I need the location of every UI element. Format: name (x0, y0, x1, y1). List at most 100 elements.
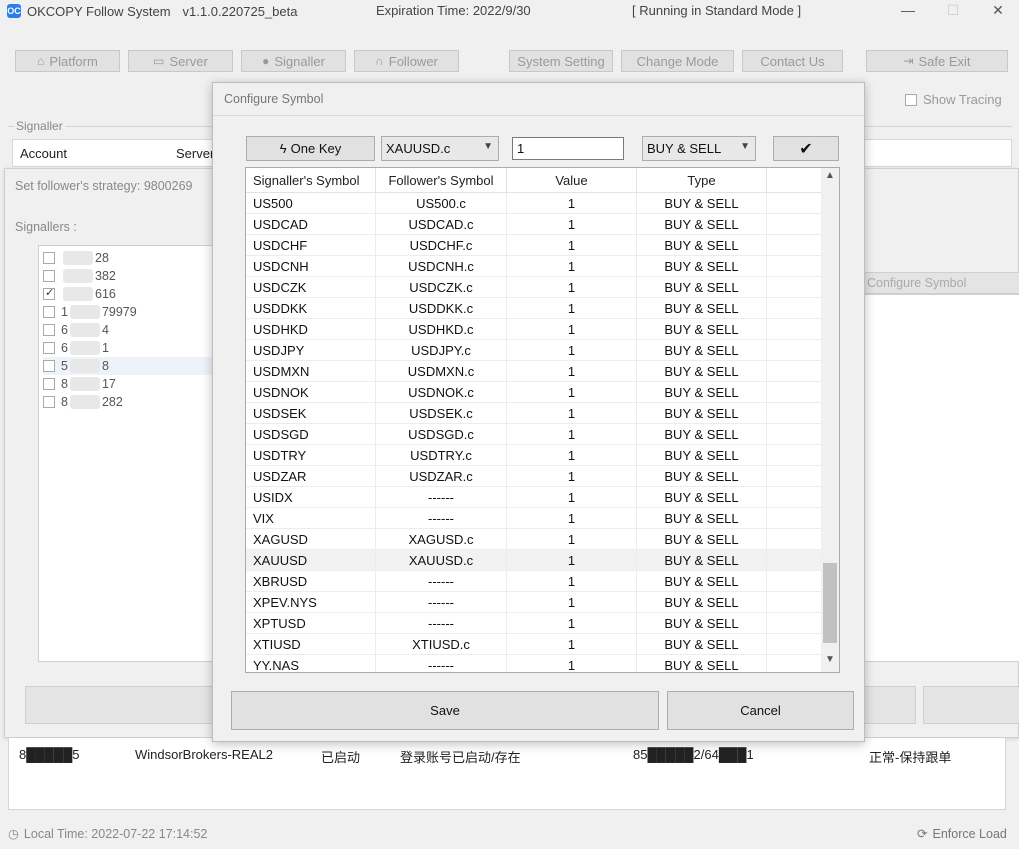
account-prefix: 6 (61, 323, 68, 337)
follower-button[interactable]: ∩ Follower (354, 50, 459, 72)
column-value[interactable]: Value (507, 168, 637, 193)
account-suffix: 1 (101, 341, 109, 355)
value-input[interactable] (512, 137, 624, 160)
signaller-symbol-cell: USDTRY (246, 445, 376, 465)
checkbox-icon[interactable] (43, 306, 55, 318)
checkbox-icon[interactable] (43, 270, 55, 282)
table-row[interactable]: XBRUSD ------ 1 BUY & SELL (246, 571, 821, 592)
list-item[interactable]: 64 (43, 321, 233, 339)
scroll-down-icon[interactable]: ▼ (821, 654, 839, 670)
table-row[interactable]: VIX ------ 1 BUY & SELL (246, 508, 821, 529)
list-item[interactable]: 616 (43, 285, 233, 303)
value-cell: 1 (507, 382, 637, 402)
signaller-symbol-cell: XPTUSD (246, 613, 376, 633)
table-row[interactable]: XPTUSD ------ 1 BUY & SELL (246, 613, 821, 634)
value-cell: 1 (507, 613, 637, 633)
table-row[interactable]: XAUUSD XAUUSD.c 1 BUY & SELL (246, 550, 821, 571)
table-row[interactable]: USDSGD USDSGD.c 1 BUY & SELL (246, 424, 821, 445)
column-follower-symbol[interactable]: Follower's Symbol (376, 168, 507, 193)
signaller-symbol-cell: VIX (246, 508, 376, 528)
table-row[interactable]: XAGUSD XAGUSD.c 1 BUY & SELL (246, 529, 821, 550)
column-server[interactable]: Server (176, 146, 214, 161)
table-row[interactable]: USDSEK USDSEK.c 1 BUY & SELL (246, 403, 821, 424)
column-type[interactable]: Type (637, 168, 767, 193)
local-time-label: Local Time: 2022-07-22 17:14:52 (23, 826, 208, 841)
table-row[interactable]: USDMXN USDMXN.c 1 BUY & SELL (246, 361, 821, 382)
signaller-label: Signaller (274, 53, 325, 69)
symbol-select[interactable]: XAUUSD.c ▼ (381, 136, 499, 161)
one-key-button[interactable]: ϟ One Key (246, 136, 375, 161)
checkbox-icon[interactable] (43, 324, 55, 336)
table-row[interactable]: USDNOK USDNOK.c 1 BUY & SELL (246, 382, 821, 403)
type-select[interactable]: BUY & SELL ▼ (642, 136, 756, 161)
follower-symbol-cell: USDSGD.c (376, 424, 507, 444)
close-icon[interactable]: ✕ (988, 2, 1008, 19)
vertical-scrollbar[interactable]: ▲ ▼ (821, 168, 839, 672)
redacted-mask (69, 305, 100, 319)
list-item[interactable]: 382 (43, 267, 233, 285)
checkbox-icon[interactable] (43, 378, 55, 390)
table-row[interactable]: US500 US500.c 1 BUY & SELL (246, 193, 821, 214)
strategy-left-button[interactable] (25, 686, 220, 724)
value-cell: 1 (507, 193, 637, 213)
empty-cell (767, 613, 821, 633)
account-prefix: 5 (61, 359, 68, 373)
table-row[interactable]: USDCNH USDCNH.c 1 BUY & SELL (246, 256, 821, 277)
table-row[interactable]: USDCHF USDCHF.c 1 BUY & SELL (246, 235, 821, 256)
list-item[interactable]: 58 (43, 357, 233, 375)
strategy-right-button-1[interactable] (862, 686, 916, 724)
enforce-load-button[interactable]: ⟳ Enforce Load (917, 826, 1007, 842)
signaller-button[interactable]: ● Signaller (241, 50, 346, 72)
type-cell: BUY & SELL (637, 466, 767, 486)
checkbox-icon[interactable] (43, 342, 55, 354)
table-row[interactable]: USDJPY USDJPY.c 1 BUY & SELL (246, 340, 821, 361)
state-cell: 正常-保持跟单 (869, 750, 952, 765)
home-icon: ⌂ (37, 54, 45, 68)
checkbox-icon[interactable] (43, 360, 55, 372)
show-tracing-checkbox[interactable]: Show Tracing (905, 92, 1002, 107)
signaller-symbol-cell: XAUUSD (246, 550, 376, 570)
maximize-icon[interactable]: ☐ (943, 2, 963, 19)
app-title: OKCOPY Follow System (27, 3, 171, 19)
scroll-thumb[interactable] (823, 563, 837, 643)
follower-symbol-cell: US500.c (376, 193, 507, 213)
change-mode-button[interactable]: Change Mode (621, 50, 734, 72)
table-row[interactable]: XTIUSD XTIUSD.c 1 BUY & SELL (246, 634, 821, 655)
table-body: US500 US500.c 1 BUY & SELL USDCAD USDCAD.c 1 BU… (246, 193, 821, 672)
column-signaller-symbol[interactable]: Signaller's Symbol (246, 168, 376, 193)
confirm-button[interactable]: ✔ (773, 136, 839, 161)
table-row[interactable]: USDHKD USDHKD.c 1 BUY & SELL (246, 319, 821, 340)
contact-us-button[interactable]: Contact Us (742, 50, 843, 72)
table-row[interactable]: XPEV.NYS ------ 1 BUY & SELL (246, 592, 821, 613)
table-row[interactable]: USDTRY USDTRY.c 1 BUY & SELL (246, 445, 821, 466)
configure-symbol-tab[interactable]: Configure Symbol (862, 272, 1019, 294)
scroll-up-icon[interactable]: ▲ (821, 170, 839, 186)
platform-button[interactable]: ⌂ Platform (15, 50, 120, 72)
value-cell: 1 (507, 319, 637, 339)
table-row[interactable]: USDDKK USDDKK.c 1 BUY & SELL (246, 298, 821, 319)
type-cell: BUY & SELL (637, 445, 767, 465)
list-item[interactable]: 8 282 (43, 393, 233, 411)
value-cell: 1 (507, 256, 637, 276)
redacted-mask (69, 323, 100, 337)
minimize-icon[interactable]: — (898, 2, 918, 18)
checkbox-icon[interactable] (43, 396, 55, 408)
list-item[interactable]: 8 17 (43, 375, 233, 393)
cancel-button[interactable]: Cancel (667, 691, 854, 730)
save-button[interactable]: Save (231, 691, 659, 730)
checkbox-icon[interactable] (43, 286, 55, 300)
table-row[interactable]: USDZAR USDZAR.c 1 BUY & SELL (246, 466, 821, 487)
server-button[interactable]: ▭ Server (128, 50, 233, 72)
list-item[interactable]: 61 (43, 339, 233, 357)
list-item[interactable]: 1 79979 (43, 303, 233, 321)
system-setting-button[interactable]: System Setting (509, 50, 613, 72)
strategy-right-button-2[interactable] (923, 686, 1019, 724)
table-row[interactable]: USDCZK USDCZK.c 1 BUY & SELL (246, 277, 821, 298)
column-account[interactable]: Account (20, 146, 67, 161)
list-item[interactable]: 28 (43, 249, 233, 267)
table-row[interactable]: YY.NAS ------ 1 BUY & SELL (246, 655, 821, 672)
table-row[interactable]: USDCAD USDCAD.c 1 BUY & SELL (246, 214, 821, 235)
table-row[interactable]: USIDX ------ 1 BUY & SELL (246, 487, 821, 508)
checkbox-icon[interactable] (43, 252, 55, 264)
safe-exit-button[interactable]: ⇥ Safe Exit (866, 50, 1008, 72)
